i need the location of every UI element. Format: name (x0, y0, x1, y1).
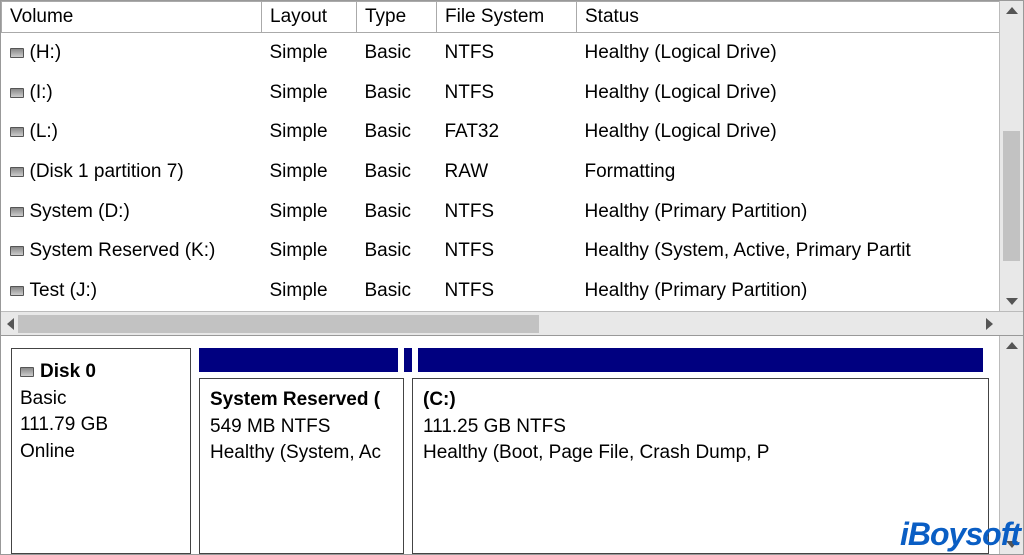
drive-icon (10, 246, 24, 256)
table-header-row: Volume Layout Type File System Status (2, 2, 1000, 33)
cell-layout: Simple (262, 73, 357, 113)
partition-size: 549 MB NTFS (210, 414, 393, 441)
volume-table[interactable]: Volume Layout Type File System Status (H… (1, 1, 999, 311)
cell-status: Healthy (Logical Drive) (577, 113, 1000, 153)
table-row[interactable]: System Reserved (K:) Simple Basic NTFS H… (2, 232, 1000, 272)
cell-status: Healthy (Logical Drive) (577, 73, 1000, 113)
col-layout[interactable]: Layout (262, 2, 357, 33)
cell-status: Healthy (Logical Drive) (577, 33, 1000, 73)
cell-layout: Simple (262, 192, 357, 232)
cell-fs: NTFS (437, 232, 577, 272)
col-fs[interactable]: File System (437, 2, 577, 33)
partition-status: Healthy (Boot, Page File, Crash Dump, P (423, 440, 978, 467)
drive-icon (10, 167, 24, 177)
volume-list-pane: Volume Layout Type File System Status (H… (1, 1, 1023, 336)
cell-fs: NTFS (437, 192, 577, 232)
disk-name: Disk 0 (40, 359, 96, 386)
disk-layout-pane: Disk 0 Basic 111.79 GB Online System Res… (1, 336, 1023, 554)
col-status[interactable]: Status (577, 2, 1000, 33)
drive-icon (10, 207, 24, 217)
scroll-down-icon[interactable] (1006, 298, 1018, 305)
volume-name: Test (J:) (30, 280, 98, 302)
scroll-right-icon[interactable] (986, 318, 993, 330)
cell-status: Formatting (577, 152, 1000, 192)
cell-type: Basic (357, 33, 437, 73)
disk-icon (20, 367, 34, 377)
horizontal-scrollbar[interactable] (1, 311, 1023, 335)
partition-box[interactable]: (C:) 111.25 GB NTFS Healthy (Boot, Page … (412, 378, 989, 554)
table-row[interactable]: (L:) Simple Basic FAT32 Healthy (Logical… (2, 113, 1000, 153)
volume-name: System (D:) (30, 201, 130, 223)
partition-name: System Reserved ( (210, 387, 393, 414)
cell-fs: FAT32 (437, 113, 577, 153)
cell-layout: Simple (262, 113, 357, 153)
disk-partition-track: System Reserved ( 549 MB NTFS Healthy (S… (199, 348, 989, 554)
cell-layout: Simple (262, 33, 357, 73)
disk-state: Online (20, 439, 182, 466)
volume-name: System Reserved (K:) (30, 240, 216, 262)
cell-status: Healthy (Primary Partition) (577, 271, 1000, 311)
partition-box[interactable]: System Reserved ( 549 MB NTFS Healthy (S… (199, 378, 404, 554)
cell-type: Basic (357, 152, 437, 192)
partition-size: 111.25 GB NTFS (423, 414, 978, 441)
vertical-scrollbar[interactable] (999, 1, 1023, 311)
partition-status: Healthy (System, Ac (210, 440, 393, 467)
drive-icon (10, 88, 24, 98)
volume-name: (Disk 1 partition 7) (30, 161, 184, 183)
cell-type: Basic (357, 232, 437, 272)
volume-name: (I:) (30, 82, 53, 104)
cell-fs: RAW (437, 152, 577, 192)
cell-status: Healthy (System, Active, Primary Partit (577, 232, 1000, 272)
scroll-left-icon[interactable] (7, 318, 14, 330)
cell-layout: Simple (262, 152, 357, 192)
table-row[interactable]: (I:) Simple Basic NTFS Healthy (Logical … (2, 73, 1000, 113)
disk-info-box[interactable]: Disk 0 Basic 111.79 GB Online (11, 348, 191, 554)
volume-name: (L:) (30, 121, 59, 143)
scroll-down-icon[interactable] (1006, 541, 1018, 548)
drive-icon (10, 48, 24, 58)
scroll-up-icon[interactable] (1006, 7, 1018, 14)
cell-fs: NTFS (437, 73, 577, 113)
disk-type: Basic (20, 386, 182, 413)
cell-layout: Simple (262, 271, 357, 311)
scroll-up-icon[interactable] (1006, 342, 1018, 349)
scroll-track[interactable] (18, 315, 982, 333)
disk-management-window: Volume Layout Type File System Status (H… (0, 0, 1024, 555)
cell-type: Basic (357, 271, 437, 311)
partition-bar-segment (412, 348, 989, 372)
volume-name: (H:) (30, 42, 62, 64)
cell-type: Basic (357, 192, 437, 232)
cell-layout: Simple (262, 232, 357, 272)
table-row[interactable]: Test (J:) Simple Basic NTFS Healthy (Pri… (2, 271, 1000, 311)
disk-size: 111.79 GB (20, 412, 182, 439)
drive-icon (10, 286, 24, 296)
partition-bar-segment (199, 348, 404, 372)
vertical-scrollbar[interactable] (999, 336, 1023, 554)
cell-status: Healthy (Primary Partition) (577, 192, 1000, 232)
cell-type: Basic (357, 73, 437, 113)
partition-name: (C:) (423, 387, 978, 414)
scroll-thumb-h[interactable] (18, 315, 539, 333)
drive-icon (10, 127, 24, 137)
col-volume[interactable]: Volume (2, 2, 262, 33)
table-row[interactable]: System (D:) Simple Basic NTFS Healthy (P… (2, 192, 1000, 232)
scroll-thumb[interactable] (1003, 131, 1020, 261)
cell-fs: NTFS (437, 271, 577, 311)
cell-fs: NTFS (437, 33, 577, 73)
table-row[interactable]: (H:) Simple Basic NTFS Healthy (Logical … (2, 33, 1000, 73)
cell-type: Basic (357, 113, 437, 153)
col-type[interactable]: Type (357, 2, 437, 33)
table-row[interactable]: (Disk 1 partition 7) Simple Basic RAW Fo… (2, 152, 1000, 192)
